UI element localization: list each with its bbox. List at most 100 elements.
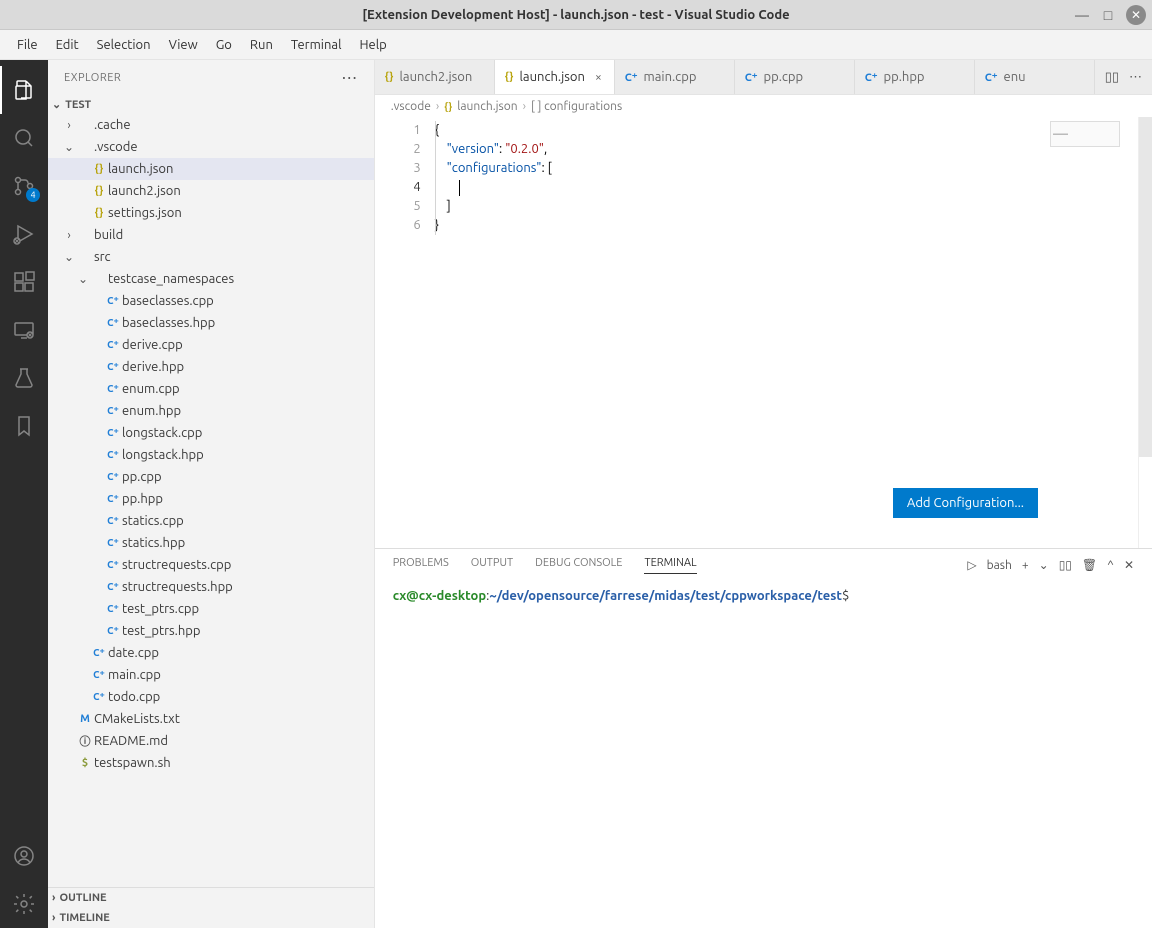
panel-close-icon[interactable]: ✕	[1124, 558, 1134, 572]
tree-row[interactable]: $testspawn.sh	[48, 752, 374, 774]
accounts-icon[interactable]	[0, 832, 48, 880]
minimize-button[interactable]: —	[1074, 7, 1090, 23]
menu-edit[interactable]: Edit	[47, 34, 88, 56]
extensions-icon[interactable]	[0, 258, 48, 306]
search-icon[interactable]	[0, 114, 48, 162]
panel-tab-terminal[interactable]: TERMINAL	[644, 557, 696, 574]
tree-row[interactable]: ›.cache	[48, 114, 374, 136]
breadcrumb[interactable]: .vscode › {} launch.json › [ ] configura…	[375, 95, 1152, 117]
kill-terminal-icon[interactable]: 🗑	[1082, 558, 1097, 572]
menu-selection[interactable]: Selection	[88, 34, 160, 56]
terminal-content[interactable]: cx@cx-desktop:~/dev/opensource/farrese/m…	[375, 581, 1152, 928]
outline-section[interactable]: › OUTLINE	[48, 887, 374, 908]
file-icon: C⁺	[104, 383, 122, 395]
tree-row[interactable]: C⁺derive.cpp	[48, 334, 374, 356]
scrollbar-thumb[interactable]	[1139, 117, 1152, 457]
split-editor-icon[interactable]: ▯▯	[1105, 70, 1119, 85]
sidebar-header: EXPLORER ⋯	[48, 60, 374, 95]
tree-row[interactable]: {}settings.json	[48, 202, 374, 224]
tab-label: pp.hpp	[884, 70, 925, 84]
tree-row[interactable]: C⁺todo.cpp	[48, 686, 374, 708]
editor-tab[interactable]: {}launch2.json	[375, 60, 495, 94]
panel-tab-debug-console[interactable]: DEBUG CONSOLE	[535, 557, 622, 574]
file-tree[interactable]: ›.cache⌄.vscode{}launch.json{}launch2.js…	[48, 114, 374, 887]
close-icon[interactable]: ×	[595, 71, 602, 84]
timeline-section[interactable]: › TIMELINE	[48, 908, 374, 928]
tree-item-label: baseclasses.cpp	[122, 294, 214, 308]
remote-icon[interactable]	[0, 306, 48, 354]
bookmark-icon[interactable]	[0, 402, 48, 450]
editor-tab[interactable]: C⁺enu	[975, 60, 1095, 94]
tree-row[interactable]: C⁺longstack.hpp	[48, 444, 374, 466]
tree-row[interactable]: MCMakeLists.txt	[48, 708, 374, 730]
editor-tab[interactable]: C⁺pp.cpp	[735, 60, 855, 94]
tree-row[interactable]: ⓘREADME.md	[48, 730, 374, 752]
testing-icon[interactable]	[0, 354, 48, 402]
explorer-icon[interactable]	[0, 66, 48, 114]
tree-item-label: longstack.cpp	[122, 426, 202, 440]
close-button[interactable]: ✕	[1126, 5, 1146, 25]
panel-tab-output[interactable]: OUTPUT	[471, 557, 513, 574]
maximize-button[interactable]: □	[1100, 7, 1116, 23]
file-icon: M	[76, 713, 94, 725]
tree-row[interactable]: C⁺derive.hpp	[48, 356, 374, 378]
tree-item-label: launch2.json	[108, 184, 181, 198]
menu-view[interactable]: View	[160, 34, 207, 56]
tree-row[interactable]: C⁺longstack.cpp	[48, 422, 374, 444]
tree-row[interactable]: C⁺statics.cpp	[48, 510, 374, 532]
tree-item-label: test_ptrs.cpp	[122, 602, 199, 616]
tree-row[interactable]: C⁺statics.hpp	[48, 532, 374, 554]
explorer-root[interactable]: ⌄ TEST	[48, 95, 374, 114]
menu-terminal[interactable]: Terminal	[282, 34, 351, 56]
menu-run[interactable]: Run	[241, 34, 282, 56]
tree-row[interactable]: C⁺structrequests.hpp	[48, 576, 374, 598]
tree-row[interactable]: ⌄testcase_namespaces	[48, 268, 374, 290]
terminal-launch-icon[interactable]: ▷	[967, 558, 976, 572]
tree-row[interactable]: C⁺baseclasses.cpp	[48, 290, 374, 312]
panel-tab-problems[interactable]: PROBLEMS	[393, 557, 449, 574]
panel-maximize-icon[interactable]: ^	[1107, 559, 1114, 572]
code-content[interactable]: ▬▬▬▬▬▬▬▬ { "version": "0.2.0", "configur…	[435, 117, 1138, 548]
editor-area: {}launch2.json{}launch.json×C⁺main.cppC⁺…	[375, 60, 1152, 928]
tree-item-label: todo.cpp	[108, 690, 160, 704]
code-area[interactable]: 123456 ▬▬▬▬▬▬▬▬ { "version": "0.2.0", "c…	[375, 117, 1152, 548]
tree-row[interactable]: ⌄.vscode	[48, 136, 374, 158]
tree-row[interactable]: C⁺test_ptrs.cpp	[48, 598, 374, 620]
menu-help[interactable]: Help	[350, 34, 395, 56]
split-terminal-icon[interactable]: ▯▯	[1059, 558, 1072, 572]
tree-row[interactable]: {}launch.json	[48, 158, 374, 180]
sidebar-more-icon[interactable]: ⋯	[341, 68, 358, 87]
tree-row[interactable]: C⁺main.cpp	[48, 664, 374, 686]
terminal-dropdown-icon[interactable]: ⌄	[1039, 558, 1049, 572]
tree-row[interactable]: C⁺date.cpp	[48, 642, 374, 664]
shell-label[interactable]: bash	[987, 559, 1012, 572]
more-icon[interactable]: ⋯	[1129, 70, 1142, 85]
settings-gear-icon[interactable]	[0, 880, 48, 928]
tree-row[interactable]: C⁺test_ptrs.hpp	[48, 620, 374, 642]
file-icon: C⁺	[104, 559, 122, 571]
run-debug-icon[interactable]	[0, 210, 48, 258]
tree-row[interactable]: C⁺enum.cpp	[48, 378, 374, 400]
editor-tab[interactable]: {}launch.json×	[495, 60, 615, 94]
tree-row[interactable]: ⌄src	[48, 246, 374, 268]
tree-row[interactable]: C⁺pp.hpp	[48, 488, 374, 510]
menu-file[interactable]: File	[8, 34, 47, 56]
new-terminal-icon[interactable]: +	[1022, 559, 1029, 572]
tree-row[interactable]: C⁺structrequests.cpp	[48, 554, 374, 576]
tree-row[interactable]: ›build	[48, 224, 374, 246]
file-icon: C⁺	[104, 405, 122, 417]
editor-tab[interactable]: C⁺main.cpp	[615, 60, 735, 94]
tree-item-label: structrequests.cpp	[122, 558, 231, 572]
add-configuration-button[interactable]: Add Configuration...	[893, 488, 1038, 518]
tree-row[interactable]: C⁺baseclasses.hpp	[48, 312, 374, 334]
editor-tab[interactable]: C⁺pp.hpp	[855, 60, 975, 94]
twisty-icon: ⌄	[62, 140, 76, 154]
tree-item-label: main.cpp	[108, 668, 161, 682]
tree-row[interactable]: {}launch2.json	[48, 180, 374, 202]
tree-row[interactable]: C⁺pp.cpp	[48, 466, 374, 488]
file-icon: C⁺	[104, 581, 122, 593]
source-control-icon[interactable]: 4	[0, 162, 48, 210]
tree-row[interactable]: C⁺enum.hpp	[48, 400, 374, 422]
menu-go[interactable]: Go	[207, 34, 241, 56]
scrollbar[interactable]	[1138, 117, 1152, 548]
